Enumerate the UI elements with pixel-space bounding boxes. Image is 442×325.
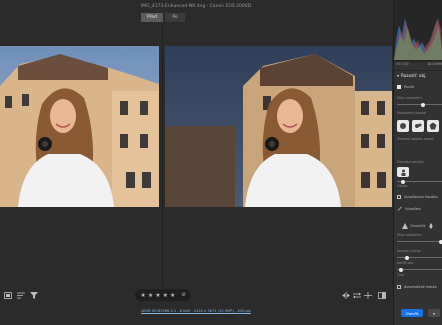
exif-info: ISO 200 18-55MM bbox=[396, 62, 442, 66]
cat-eye-slider[interactable] bbox=[397, 267, 442, 272]
window-title: IMG_4173-Enhanced-NR.dng - Canon EOS 200… bbox=[140, 3, 252, 9]
blur-amount-knob[interactable] bbox=[421, 102, 425, 107]
pane-divider[interactable] bbox=[162, 24, 163, 286]
cat-eye-label: Kočičí oko bbox=[397, 261, 414, 265]
highlight-boost-slider[interactable] bbox=[397, 255, 442, 260]
auto-mask-label: Automatické maska bbox=[404, 285, 437, 289]
visualize-depth-label: Vizualizovat hloubku bbox=[404, 195, 438, 199]
focus-range-slider[interactable] bbox=[397, 179, 442, 184]
copy-settings-icon[interactable] bbox=[363, 291, 372, 300]
file-info-link[interactable]: sRGB IEC61966-2.1 - 8 bitů - 3120 x 3671… bbox=[0, 305, 392, 317]
open-options-button[interactable]: ▾ bbox=[428, 309, 440, 317]
star-2[interactable]: ★ bbox=[148, 292, 153, 299]
bokeh-options bbox=[397, 120, 439, 132]
drop-icon[interactable] bbox=[428, 223, 434, 229]
blur-amount-slider[interactable] bbox=[397, 102, 442, 107]
after-toggle[interactable]: Po bbox=[165, 13, 185, 22]
sort-icon[interactable] bbox=[16, 291, 25, 300]
open-button[interactable]: Otevřít bbox=[401, 309, 423, 317]
bokeh-blade-option[interactable] bbox=[427, 120, 439, 132]
before-toggle[interactable]: Před bbox=[141, 13, 163, 22]
split-view-icon[interactable] bbox=[377, 291, 386, 300]
star-1[interactable]: ★ bbox=[140, 292, 145, 299]
focus-range-label: Hloubka ostrosti bbox=[397, 160, 424, 164]
focus-range-knob[interactable] bbox=[401, 179, 405, 184]
auto-mask-checkbox[interactable] bbox=[397, 285, 401, 289]
highlight-boost-label: Jasnost zvýraz. bbox=[397, 249, 422, 253]
exif-lens: 18-55MM bbox=[427, 62, 442, 66]
lens-blur-panel-header[interactable]: ▾ Rozostř. obj. bbox=[394, 70, 442, 80]
refine-label: Vylepšení bbox=[405, 207, 421, 211]
focus-area-label: Zvolená oblasti zaostř. bbox=[397, 137, 435, 141]
visualize-depth-checkbox[interactable] bbox=[397, 195, 401, 199]
subject-label: Oblast bbox=[397, 184, 408, 188]
panel-title: Rozostř. obj. bbox=[401, 73, 427, 78]
bokeh-bubble-option[interactable] bbox=[412, 120, 424, 132]
boost-label: Ohraničit bbox=[410, 224, 426, 228]
filmstrip-icon[interactable] bbox=[3, 291, 12, 300]
cat-eye-value: Tvar bbox=[397, 273, 405, 277]
star-5[interactable]: ★ bbox=[170, 292, 175, 299]
boost-icon[interactable] bbox=[402, 223, 408, 229]
filter-icon[interactable] bbox=[29, 291, 38, 300]
star-3[interactable]: ★ bbox=[155, 292, 160, 299]
cat-eye-knob[interactable] bbox=[399, 267, 403, 272]
histogram bbox=[394, 0, 442, 62]
star-rating[interactable]: ★ ★ ★ ★ ★ ⊘ bbox=[135, 289, 191, 301]
blur-amount-label: Míra rozostření bbox=[397, 96, 422, 100]
highlight-boost-knob[interactable] bbox=[405, 255, 409, 260]
after-image bbox=[165, 46, 392, 207]
before-image bbox=[0, 46, 159, 207]
refine-brush-icon[interactable] bbox=[397, 206, 403, 212]
after-photo bbox=[165, 46, 392, 207]
histogram-graph bbox=[394, 18, 442, 60]
settings-sidebar: ISO 200 18-55MM ▾ Rozostř. obj. Použít M… bbox=[393, 0, 442, 325]
swap-icon[interactable] bbox=[352, 291, 361, 300]
apply-checkbox[interactable] bbox=[397, 85, 401, 89]
reject-icon[interactable]: ⊘ bbox=[181, 292, 185, 298]
bokeh-circle-option[interactable] bbox=[397, 120, 409, 132]
subject-select-icon[interactable] bbox=[397, 167, 409, 177]
compare-icon[interactable] bbox=[341, 291, 350, 300]
exif-iso: ISO 200 bbox=[396, 62, 409, 66]
boost-amount-label: Míra rozostření bbox=[397, 233, 422, 237]
before-photo bbox=[0, 46, 159, 207]
star-4[interactable]: ★ bbox=[163, 292, 168, 299]
chevron-down-icon: ▾ bbox=[397, 73, 400, 78]
boost-amount-slider[interactable] bbox=[397, 239, 442, 244]
apply-label: Použít bbox=[404, 85, 414, 89]
bokeh-label: Rozostření pozadí bbox=[397, 111, 427, 115]
